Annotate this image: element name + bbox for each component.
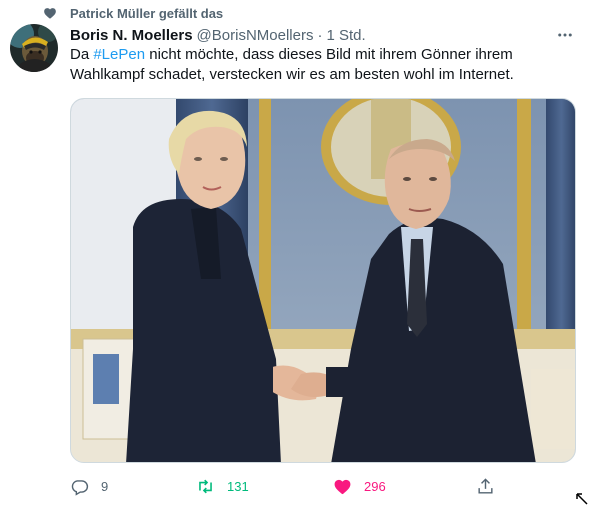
share-icon [478,477,493,494]
avatar[interactable] [10,24,58,72]
separator-dot: · [317,26,323,44]
hashtag-link[interactable]: #LePen [93,46,145,63]
more-options-button[interactable] [555,25,575,45]
author-handle[interactable]: @BorisNMoellers [197,27,314,44]
social-context: Patrick Müller gefällt das [43,4,223,22]
like-count: 296 [364,478,386,494]
tweet-text: Da #LePen nicht möchte, dass dieses Bild… [70,45,580,85]
heart-filled-icon [334,479,351,494]
tweet-card[interactable]: Patrick Müller gefällt das Boris N. Moel… [0,0,591,505]
reply-count: 9 [101,478,109,494]
share-button[interactable] [476,474,495,498]
retweet-button[interactable]: 131 [196,474,249,498]
like-button[interactable]: 296 [333,474,386,498]
author-name[interactable]: Boris N. Moellers [70,27,193,44]
tweet-actions: 9 131 296 [70,474,493,498]
retweet-count: 131 [227,478,249,494]
reply-icon [71,479,89,496]
more-horizontal-icon [558,33,572,37]
heart-icon [44,8,56,19]
retweet-icon [199,479,212,493]
tweet-header: Boris N. Moellers @BorisNMoellers · 1 St… [70,25,581,45]
tweet-photo[interactable] [70,98,576,463]
tweet-timestamp[interactable]: 1 Std. [326,27,365,44]
reply-button[interactable]: 9 [70,474,108,498]
social-context-text[interactable]: Patrick Müller gefällt das [70,6,223,21]
mouse-cursor-icon [576,493,588,505]
tweet-text-start: Da [70,46,94,63]
